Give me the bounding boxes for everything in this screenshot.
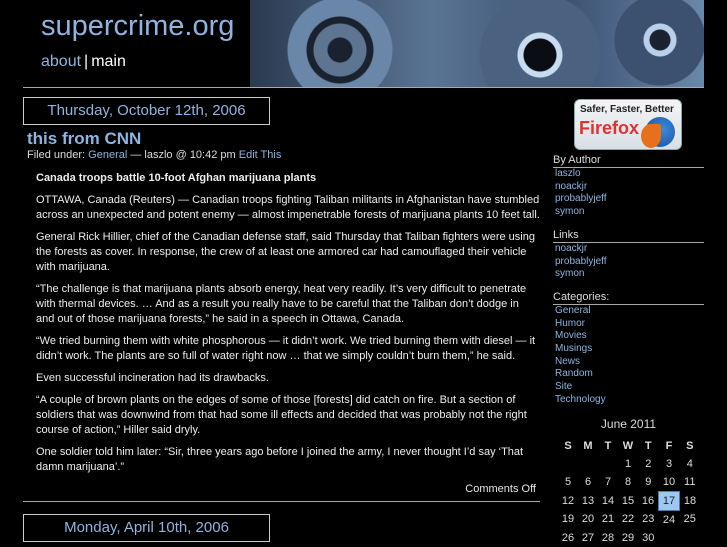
comments-status: Comments Off	[465, 483, 536, 495]
calendar-day: 23	[642, 513, 655, 526]
calendar-day: 10	[662, 475, 676, 488]
calendar-day: 29	[621, 531, 635, 544]
category-link[interactable]: General	[88, 149, 127, 161]
post-date: Thursday, October 12th, 2006	[23, 97, 270, 125]
calendar-day: 20	[581, 513, 595, 526]
calendar-day: 13	[581, 494, 595, 507]
category-item[interactable]: Technology	[555, 394, 606, 405]
paragraph: OTTAWA, Canada (Reuters) — Canadian troo…	[36, 194, 540, 221]
filed-under-label: Filed under:	[27, 149, 86, 161]
firefox-fox-icon	[641, 124, 661, 148]
nav-about-link[interactable]: about	[41, 53, 81, 70]
blogroll-link[interactable]: noackjr	[555, 243, 587, 254]
post-divider	[23, 501, 540, 502]
firefox-badge[interactable]: Safer, Faster, Better Firefox	[574, 99, 682, 150]
category-item[interactable]: Musings	[555, 343, 592, 354]
weekday-header: W	[622, 439, 634, 452]
author-time: — laszlo @ 10:42 pm	[130, 149, 236, 161]
calendar-day: 24	[662, 513, 676, 526]
calendar-day: 27	[581, 531, 595, 544]
calendar-day: 2	[645, 457, 652, 470]
links-heading: Links	[553, 229, 704, 243]
post-meta: Filed under: General — laszlo @ 10:42 pm…	[27, 149, 540, 161]
category-item[interactable]: Humor	[555, 318, 585, 329]
calendar-day: 16	[641, 494, 655, 507]
site-title[interactable]: supercrime.org	[41, 10, 234, 43]
calendar-day: 4	[686, 457, 693, 470]
calendar-day: 9	[645, 475, 652, 488]
author-link[interactable]: probablyjeff	[555, 193, 607, 204]
post-entry: Canada troops battle 10-foot Afghan mari…	[23, 161, 540, 475]
firefox-wordmark: Firefox	[579, 118, 640, 138]
calendar-day: 18	[683, 494, 697, 507]
firefox-tagline: Safer, Faster, Better	[580, 104, 674, 115]
sidebar: Safer, Faster, Better Firefox By Author …	[553, 99, 704, 547]
calendar: June 2011 SMTWTFS 1 2 3 4 5 6 7 8 9 10 11 12 13 14 15 1…	[553, 417, 704, 547]
calendar-day: 1	[624, 457, 632, 470]
category-item[interactable]: Random	[555, 368, 593, 379]
calendar-day: 14	[601, 494, 615, 507]
edit-link[interactable]: Edit This	[239, 149, 282, 161]
paragraph: “We tried burning them with white phosph…	[36, 335, 536, 362]
post-headline: Canada troops battle 10-foot Afghan mari…	[36, 172, 317, 184]
weekday-header: S	[686, 439, 694, 452]
calendar-day: 11	[684, 475, 696, 488]
calendar-empty-cell	[598, 455, 618, 473]
calendar-day: 5	[564, 475, 572, 488]
paragraph: General Rick Hillier, chief of the Canad…	[36, 231, 535, 273]
calendar-empty-cell	[558, 455, 578, 473]
weekday-header: T	[644, 439, 652, 452]
calendar-day: 19	[561, 513, 575, 526]
calendar-day: 22	[621, 513, 635, 526]
calendar-empty-cell	[680, 529, 701, 547]
calendar-day: 7	[604, 475, 612, 488]
by-author-heading: By Author	[553, 154, 704, 168]
paragraph: Even successful incineration had its dra…	[36, 372, 269, 384]
category-item[interactable]: Site	[555, 381, 572, 392]
calendar-day: 26	[561, 531, 575, 544]
calendar-caption: June 2011	[600, 416, 657, 431]
calendar-day: 8	[624, 475, 632, 488]
post-title[interactable]: this from CNN	[27, 129, 540, 149]
calendar-day: 17	[658, 490, 680, 511]
calendar-day: 28	[601, 531, 615, 544]
weekday-header: T	[604, 439, 612, 452]
weekday-header: M	[583, 439, 593, 452]
nav-main-link[interactable]: main	[91, 53, 126, 70]
blogroll-link[interactable]: probablyjeff	[555, 256, 607, 267]
nav: about | main	[41, 53, 126, 71]
header-divider	[23, 87, 704, 88]
calendar-day: 21	[601, 513, 615, 526]
content: Thursday, October 12th, 2006 this from C…	[23, 97, 540, 542]
links-list: noackjr probablyjeff symon	[553, 243, 704, 281]
calendar-day: 15	[621, 494, 635, 507]
weekday-header: S	[564, 439, 572, 452]
gears-banner-image	[250, 0, 704, 87]
category-item[interactable]: Movies	[555, 330, 587, 341]
paragraph: “A couple of brown plants on the edges o…	[36, 394, 527, 436]
calendar-empty-cell	[659, 529, 680, 547]
categories-heading: Categories:	[553, 291, 704, 305]
calendar-day: 30	[642, 531, 655, 544]
author-link[interactable]: noackjr	[555, 181, 587, 192]
calendar-grid: SMTWTFS 1 2 3 4 5 6 7 8 9 10 11 12 13 14 15 16 17 18 19 20 2…	[558, 437, 700, 547]
calendar-empty-cell	[578, 455, 598, 473]
category-item[interactable]: News	[555, 356, 580, 367]
categories-list: General Humor Movies Musings News Random…	[553, 305, 704, 407]
author-link[interactable]: symon	[555, 206, 584, 217]
category-item[interactable]: General	[555, 305, 591, 316]
paragraph: “The challenge is that marijuana plants …	[36, 283, 527, 325]
calendar-day: 12	[561, 494, 575, 507]
weekday-header: F	[665, 439, 673, 452]
next-post-date: Monday, April 10th, 2006	[23, 514, 270, 542]
paragraph: One soldier told him later: “Sir, three …	[36, 446, 524, 473]
calendar-day: 25	[683, 513, 696, 526]
calendar-day: 6	[584, 475, 592, 488]
header: supercrime.org about | main	[0, 0, 727, 87]
author-link[interactable]: laszlo	[555, 168, 581, 179]
nav-separator: |	[84, 53, 89, 70]
blogroll-link[interactable]: symon	[555, 268, 584, 279]
calendar-day: 3	[665, 457, 673, 470]
author-list: laszlo noackjr probablyjeff symon	[553, 168, 704, 219]
